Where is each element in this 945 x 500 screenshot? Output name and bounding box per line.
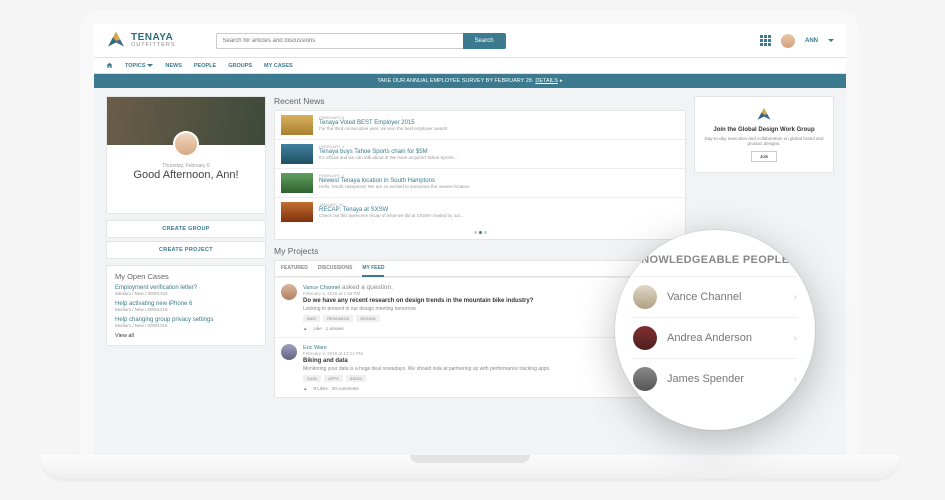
hero-greeting: Good Afternoon, Ann! — [133, 169, 238, 182]
feed-avatar[interactable] — [281, 284, 297, 300]
nav-groups[interactable]: GROUPS — [228, 63, 252, 69]
news-item[interactable]: FEBRUARY 2 Newest Tenaya location in Sou… — [275, 168, 685, 197]
my-projects-title: My Projects — [274, 246, 686, 256]
news-item[interactable]: JANUARY 29 RECAP: Tenaya at SXSW Check o… — [275, 197, 685, 226]
tab-discussions[interactable]: DISCUSSIONS — [318, 261, 352, 276]
greeting-card: Thursday, February 6 Good Afternoon, Ann… — [106, 96, 266, 214]
tag[interactable]: DATA — [303, 375, 321, 382]
nav-people[interactable]: PEOPLE — [194, 63, 216, 69]
nav-topics[interactable]: TOPICS — [125, 62, 153, 70]
join-button[interactable]: Join — [751, 151, 777, 162]
tag[interactable]: DESIGN — [356, 315, 379, 322]
case-item[interactable]: Employment verification letter? Medium /… — [115, 285, 257, 296]
news-thumb — [281, 173, 313, 193]
person-avatar — [633, 326, 657, 350]
tag[interactable]: APPS — [324, 375, 343, 382]
person-item[interactable]: James Spender › — [633, 358, 797, 399]
my-open-cases-panel: My Open Cases Employment verification le… — [106, 265, 266, 346]
view-all-link[interactable]: View all — [115, 333, 257, 339]
user-avatar-large — [173, 131, 199, 157]
create-group-button[interactable]: CREATE GROUP — [106, 220, 266, 238]
news-thumb — [281, 115, 313, 135]
group-logo-icon — [756, 107, 772, 123]
create-project-button[interactable]: CREATE PROJECT — [106, 241, 266, 259]
chevron-down-icon — [147, 64, 153, 70]
nav-mycases[interactable]: MY CASES — [264, 63, 293, 69]
pagination-dots[interactable] — [275, 226, 685, 239]
news-thumb — [281, 144, 313, 164]
like-button[interactable]: ▲ — [303, 326, 307, 331]
search-button[interactable]: Search — [463, 33, 506, 49]
brand-logo[interactable]: TENAYA OUTFITTERS — [106, 31, 176, 51]
news-item[interactable]: FEBRUARY 6 Tenaya Voted BEST Employer 20… — [275, 111, 685, 139]
person-item[interactable]: Andrea Anderson › — [633, 317, 797, 358]
tab-featured[interactable]: FEATURED — [281, 261, 308, 276]
recent-news-title: Recent News — [274, 96, 686, 106]
laptop-base — [40, 455, 900, 479]
user-avatar[interactable] — [781, 34, 795, 48]
chevron-down-icon[interactable] — [828, 39, 834, 45]
panel-title: My Open Cases — [115, 272, 257, 281]
knowledgeable-people-title: KNOWLEDGEABLE PEOPLE — [633, 254, 797, 266]
news-item[interactable]: FEBRUARY 4 Tenaya buys Tahoe Sports chai… — [275, 139, 685, 168]
banner-details-link[interactable]: DETAILS — [535, 78, 558, 84]
brand-sub: OUTFITTERS — [131, 43, 176, 49]
apps-grid-icon[interactable] — [760, 35, 771, 46]
chevron-right-icon: › — [794, 333, 797, 344]
search-input[interactable] — [216, 33, 463, 49]
tab-myfeed[interactable]: MY FEED — [362, 261, 384, 277]
news-thumb — [281, 202, 313, 222]
tag[interactable]: BIKE — [303, 315, 320, 322]
feed-avatar[interactable] — [281, 344, 297, 360]
announcement-banner: TAKE OUR ANNUAL EMPLOYEE SURVEY BY FEBRU… — [94, 74, 846, 88]
like-button[interactable]: ▲ — [303, 386, 307, 391]
magnified-panel: KNOWLEDGEABLE PEOPLE Vance Channel › And… — [615, 230, 815, 430]
news-list: FEBRUARY 6 Tenaya Voted BEST Employer 20… — [274, 110, 686, 240]
nav-news[interactable]: NEWS — [165, 63, 182, 69]
person-avatar — [633, 285, 657, 309]
user-name-label[interactable]: ANN — [805, 38, 818, 44]
case-item[interactable]: Help changing group privacy settings Med… — [115, 317, 257, 328]
logo-icon — [106, 31, 126, 51]
person-item[interactable]: Vance Channel › — [633, 276, 797, 317]
case-item[interactable]: Help activating new iPhone 6 Medium / Ne… — [115, 301, 257, 312]
chevron-right-icon: › — [794, 374, 797, 385]
chevron-right-icon: › — [794, 292, 797, 303]
tag[interactable]: RESEARCH — [323, 315, 353, 322]
person-avatar — [633, 367, 657, 391]
tag[interactable]: IDEAS — [346, 375, 366, 382]
nav-home-icon[interactable] — [106, 62, 113, 69]
group-card: Join the Global Design Work Group Day-to… — [694, 96, 834, 173]
